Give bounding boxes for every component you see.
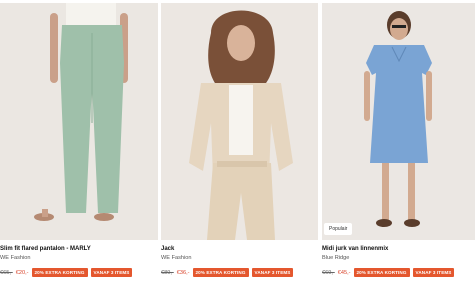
popular-label: Populair	[324, 223, 353, 235]
sale-price: €36,-	[176, 269, 190, 276]
sale-price: €20,-	[15, 269, 29, 276]
price-row: €89,- €36,- 20% EXTRA KORTING VANAF 3 IT…	[161, 268, 294, 277]
product-name[interactable]: Jack	[161, 246, 174, 252]
discount-badge: 20% EXTRA KORTING	[353, 268, 410, 277]
price-row: €69,- €45,- 20% EXTRA KORTING VANAF 3 IT…	[322, 268, 455, 277]
condition-badge: VANAF 3 ITEMS	[251, 268, 294, 277]
condition-badge: VANAF 3 ITEMS	[412, 268, 455, 277]
product-image[interactable]: Populair	[322, 3, 475, 240]
original-price: €65,-	[0, 269, 13, 276]
condition-badge: VANAF 3 ITEMS	[90, 268, 133, 277]
product-name[interactable]: Midi jurk van linnenmix	[322, 246, 388, 252]
product-brand: WE Fashion	[0, 255, 31, 261]
product-image[interactable]	[161, 3, 318, 240]
original-price: €89,-	[161, 269, 174, 276]
product-image[interactable]	[0, 3, 158, 240]
sale-price: €45,-	[337, 269, 351, 276]
discount-badge: 20% EXTRA KORTING	[192, 268, 249, 277]
product-name[interactable]: Slim fit flared pantalon - MARLY	[0, 246, 91, 252]
product-brand: Blue Ridge	[322, 255, 350, 261]
discount-badge: 20% EXTRA KORTING	[31, 268, 88, 277]
original-price: €69,-	[322, 269, 335, 276]
product-brand: WE Fashion	[161, 255, 192, 261]
price-row: €65,- €20,- 20% EXTRA KORTING VANAF 3 IT…	[0, 268, 133, 277]
product-grid: Slim fit flared pantalon - MARLY WE Fash…	[0, 0, 475, 283]
